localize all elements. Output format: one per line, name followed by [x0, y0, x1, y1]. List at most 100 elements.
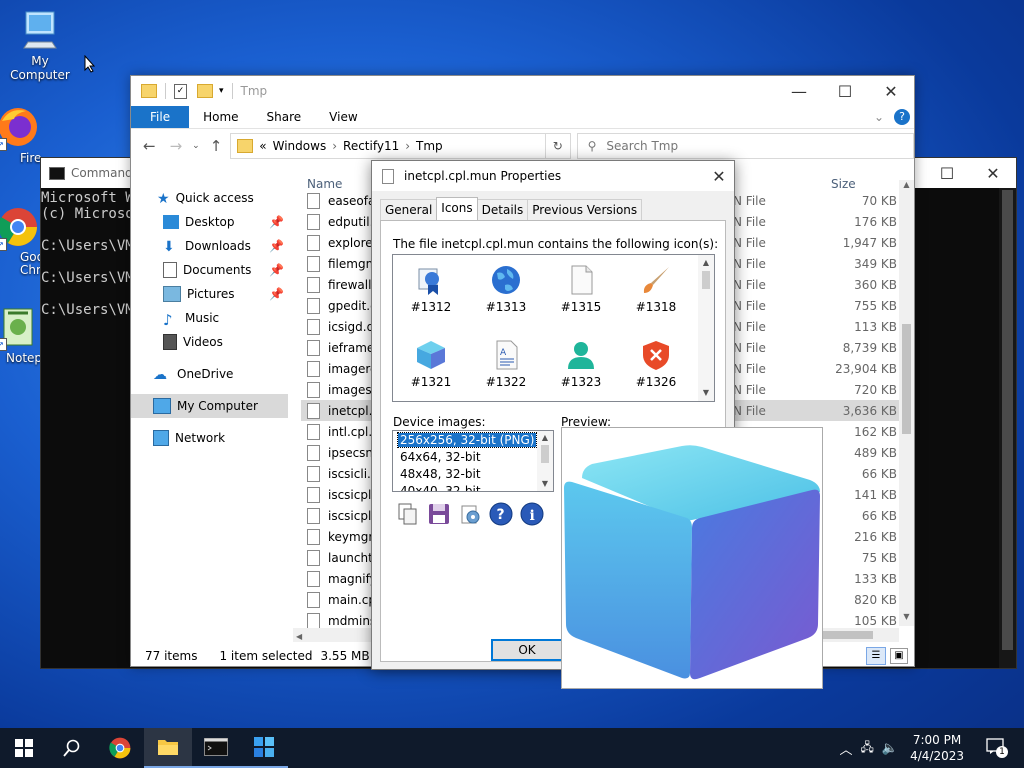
- taskbar-command-prompt[interactable]: [192, 728, 240, 768]
- quick-access-dropdown-icon[interactable]: ▾: [219, 86, 224, 96]
- cmd-maximize-button[interactable]: ☐: [924, 158, 970, 188]
- maximize-button[interactable]: ☐: [822, 76, 868, 106]
- cmd-scrollbar[interactable]: [999, 188, 1016, 668]
- refresh-button[interactable]: ↻: [545, 133, 571, 159]
- nav-downloads[interactable]: ⬇ Downloads 📌: [131, 234, 288, 258]
- desktop-icon-chrome[interactable]: ↗ Goo Chr: [0, 205, 44, 277]
- device-list-scrollbar[interactable]: ▲ ▼: [537, 431, 553, 491]
- device-images-list[interactable]: 256x256, 32-bit (PNG) 64x64, 32-bit 48x4…: [392, 430, 554, 492]
- up-arrow-icon[interactable]: ↑: [210, 137, 223, 155]
- search-button[interactable]: [48, 728, 96, 768]
- nav-videos[interactable]: Videos: [131, 330, 288, 354]
- nav-desktop[interactable]: Desktop 📌: [131, 210, 288, 234]
- nav-pictures[interactable]: Pictures 📌: [131, 282, 288, 306]
- properties-quick-icon[interactable]: ✓: [174, 83, 187, 99]
- icon-item[interactable]: #1312: [401, 263, 461, 314]
- breadcrumb-windows[interactable]: Windows: [273, 139, 327, 153]
- new-folder-quick-icon[interactable]: [197, 84, 213, 98]
- pin-icon[interactable]: 📌: [269, 287, 284, 301]
- ribbon-tab-home[interactable]: Home: [189, 106, 252, 128]
- breadcrumb-rectify11[interactable]: Rectify11: [343, 139, 399, 153]
- network-status-icon[interactable]: 🖧: [861, 738, 874, 759]
- icon-list-scrollbar[interactable]: ▲ ▼: [698, 255, 714, 401]
- settings-icon[interactable]: [457, 501, 483, 527]
- pin-icon[interactable]: 📌: [269, 239, 284, 253]
- cmd-close-button[interactable]: ✕: [970, 158, 1016, 188]
- scroll-down-arrow[interactable]: ▼: [899, 612, 914, 626]
- help-icon[interactable]: ?: [894, 109, 910, 125]
- help-icon[interactable]: ?: [488, 501, 514, 527]
- icon-item[interactable]: #1318: [626, 263, 686, 314]
- pin-icon[interactable]: 📌: [269, 263, 284, 277]
- start-button[interactable]: [0, 728, 48, 768]
- icon-item[interactable]: #1315: [551, 263, 611, 314]
- dialog-titlebar[interactable]: inetcpl.cpl.mun Properties ✕: [372, 161, 734, 191]
- nav-music[interactable]: ♪ Music: [131, 306, 288, 330]
- forward-arrow-icon[interactable]: →: [170, 137, 183, 155]
- breadcrumb-tmp[interactable]: Tmp: [416, 139, 443, 153]
- ribbon-tab-share[interactable]: Share: [253, 106, 316, 128]
- explorer-titlebar[interactable]: ✓ ▾ Tmp — ☐ ✕: [131, 76, 914, 106]
- desktop-icon-firefox[interactable]: ↗ Fire: [0, 105, 42, 165]
- icon-item[interactable]: #1326: [626, 338, 686, 389]
- back-arrow-icon[interactable]: ←: [143, 137, 156, 155]
- column-header-name[interactable]: Name: [307, 177, 342, 191]
- device-image-item[interactable]: 48x48, 32-bit: [400, 467, 481, 481]
- tab-general[interactable]: General: [380, 199, 438, 222]
- info-icon[interactable]: i: [519, 501, 545, 527]
- large-icons-view-icon[interactable]: ▣: [890, 648, 908, 664]
- taskbar-app-tiles[interactable]: [240, 728, 288, 768]
- recent-dropdown-icon[interactable]: ⌄: [192, 141, 200, 151]
- close-button[interactable]: ✕: [868, 76, 914, 106]
- nav-scrollbar[interactable]: [288, 176, 294, 646]
- file-size: 489 KB: [854, 445, 897, 460]
- column-header-size[interactable]: Size: [831, 177, 856, 191]
- taskbar-file-explorer[interactable]: [144, 728, 192, 768]
- scroll-up-arrow[interactable]: ▲: [899, 180, 914, 194]
- notification-center-button[interactable]: 1: [986, 738, 1008, 758]
- taskbar-chrome[interactable]: [96, 728, 144, 768]
- device-image-item[interactable]: 40x40, 32-bit: [400, 484, 481, 491]
- desktop-icon-notepad[interactable]: ↗ Notep: [0, 305, 42, 365]
- details-view-icon[interactable]: ☰: [866, 647, 886, 665]
- scroll-left-arrow[interactable]: ◀: [296, 632, 302, 641]
- file-icon: [382, 168, 394, 184]
- volume-icon[interactable]: 🔈: [882, 741, 898, 756]
- nav-my-computer[interactable]: My Computer: [131, 394, 288, 418]
- pin-icon[interactable]: 📌: [269, 215, 284, 229]
- scroll-thumb[interactable]: [702, 271, 710, 289]
- copy-icon[interactable]: [395, 501, 421, 527]
- dialog-close-button[interactable]: ✕: [704, 167, 734, 186]
- ribbon-tab-view[interactable]: View: [315, 106, 371, 128]
- folder-icon: [237, 139, 254, 153]
- breadcrumb-overflow[interactable]: «: [259, 139, 266, 153]
- ok-button[interactable]: OK: [491, 639, 563, 661]
- icon-item[interactable]: #1321: [401, 338, 461, 389]
- nav-network[interactable]: Network: [131, 426, 288, 450]
- dialog-tabs: General Icons Details Previous Versions: [380, 197, 643, 222]
- device-image-item[interactable]: 256x256, 32-bit (PNG): [396, 432, 538, 448]
- icon-item[interactable]: #1313: [476, 263, 536, 314]
- ribbon-tab-file[interactable]: File: [131, 106, 190, 128]
- tab-icons[interactable]: Icons: [436, 197, 478, 220]
- status-item-count: 77 items: [145, 649, 198, 663]
- address-bar[interactable]: « Windows › Rectify11 › Tmp: [230, 133, 546, 159]
- show-hidden-icons-icon[interactable]: ︿: [840, 739, 853, 758]
- file-icon: [307, 570, 320, 587]
- file-list-scrollbar[interactable]: ▲ ▼: [899, 180, 914, 626]
- device-image-item[interactable]: 64x64, 32-bit: [400, 450, 481, 464]
- save-icon[interactable]: [426, 501, 452, 527]
- nav-onedrive[interactable]: ☁ OneDrive: [131, 362, 288, 386]
- scroll-thumb[interactable]: [902, 324, 911, 434]
- nav-quick-access[interactable]: ★ Quick access: [131, 186, 288, 210]
- tab-details[interactable]: Details: [476, 199, 529, 222]
- icon-item[interactable]: A #1322: [476, 338, 536, 389]
- desktop-icon-my-computer[interactable]: My Computer: [0, 8, 80, 82]
- minimize-button[interactable]: —: [776, 76, 822, 106]
- search-box[interactable]: ⚲ Search Tmp: [576, 133, 914, 159]
- tab-previous-versions[interactable]: Previous Versions: [527, 199, 643, 222]
- clock[interactable]: 7:00 PM 4/4/2023: [910, 732, 964, 764]
- icon-item[interactable]: #1323: [551, 338, 611, 389]
- nav-documents[interactable]: Documents 📌: [131, 258, 288, 282]
- ribbon-expand-icon[interactable]: ⌄: [874, 110, 884, 124]
